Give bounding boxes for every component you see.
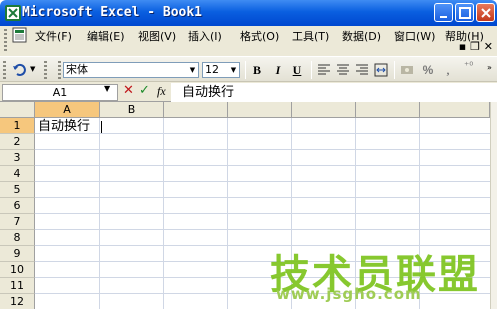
column-header-b[interactable]: B bbox=[100, 102, 164, 118]
formula-bar: A1 ▼ ✕ ✓ fx 自动换行 bbox=[0, 82, 497, 102]
menu-tools[interactable]: 工具(T) bbox=[292, 28, 329, 44]
row-header-12[interactable]: 12 bbox=[0, 294, 35, 309]
row-header-3[interactable]: 3 bbox=[0, 150, 35, 166]
align-left-icon[interactable] bbox=[317, 63, 331, 77]
underline-button[interactable]: U bbox=[290, 62, 304, 78]
row-header-11[interactable]: 11 bbox=[0, 278, 35, 294]
font-name-value: 宋体 bbox=[66, 63, 88, 76]
menu-format[interactable]: 格式(O) bbox=[240, 28, 279, 44]
font-size-select[interactable]: 12 ▼ bbox=[202, 62, 240, 78]
row-header-5[interactable]: 5 bbox=[0, 182, 35, 198]
toolbar-options-icon[interactable]: » bbox=[487, 63, 492, 72]
formula-input-value: 自动换行 bbox=[182, 85, 235, 100]
enter-entry-icon[interactable]: ✓ bbox=[139, 83, 150, 98]
workbook-doc-icon[interactable] bbox=[12, 27, 28, 43]
name-box-dropdown-icon[interactable]: ▼ bbox=[104, 84, 110, 93]
gridline bbox=[35, 133, 490, 134]
font-size-dropdown-icon[interactable]: ▼ bbox=[228, 63, 239, 77]
toolbar-grip[interactable] bbox=[3, 61, 6, 79]
merge-center-icon[interactable] bbox=[374, 63, 388, 77]
watermark-url: www.jsgho.com bbox=[276, 285, 422, 303]
minimize-icon bbox=[440, 16, 447, 18]
select-all-corner[interactable] bbox=[0, 102, 35, 118]
menu-data[interactable]: 数据(D) bbox=[342, 28, 381, 44]
column-header-a[interactable]: A bbox=[35, 102, 100, 118]
font-name-dropdown-icon[interactable]: ▼ bbox=[187, 63, 198, 77]
gridline bbox=[99, 118, 100, 309]
column-header-d[interactable] bbox=[228, 102, 292, 118]
close-button[interactable] bbox=[476, 3, 495, 22]
font-name-select[interactable]: 宋体 ▼ bbox=[63, 62, 199, 78]
close-icon bbox=[481, 8, 491, 18]
minimize-button[interactable] bbox=[434, 3, 453, 22]
window-title: Microsoft Excel - Book1 bbox=[22, 5, 203, 20]
menu-view[interactable]: 视图(V) bbox=[138, 28, 176, 44]
column-header-e[interactable] bbox=[292, 102, 356, 118]
menu-file[interactable]: 文件(F) bbox=[35, 28, 72, 44]
maximize-icon bbox=[459, 7, 471, 19]
gridline bbox=[35, 181, 490, 182]
document-window-controls[interactable]: ▪ ❐ ✕ bbox=[459, 40, 493, 53]
align-right-icon[interactable] bbox=[355, 63, 369, 77]
italic-button[interactable]: I bbox=[271, 62, 285, 78]
vertical-scrollbar[interactable] bbox=[490, 102, 497, 309]
toolbar-grip-2[interactable] bbox=[44, 61, 47, 79]
align-center-icon[interactable] bbox=[336, 63, 350, 77]
insert-function-button[interactable]: fx bbox=[157, 84, 166, 99]
column-header-g[interactable] bbox=[420, 102, 490, 118]
column-header-c[interactable] bbox=[164, 102, 228, 118]
row-header-1[interactable]: 1 bbox=[0, 118, 35, 134]
toolbar-separator-2 bbox=[311, 61, 312, 79]
column-header-f[interactable] bbox=[356, 102, 420, 118]
toolbar-separator bbox=[245, 61, 246, 79]
row-header-4[interactable]: 4 bbox=[0, 166, 35, 182]
gridline bbox=[35, 149, 490, 150]
undo-icon[interactable] bbox=[12, 63, 26, 77]
maximize-button[interactable] bbox=[455, 3, 474, 22]
font-size-value: 12 bbox=[205, 63, 219, 76]
comma-style-button[interactable]: , bbox=[443, 62, 453, 78]
percent-style-button[interactable]: % bbox=[421, 62, 435, 78]
row-header-10[interactable]: 10 bbox=[0, 262, 35, 278]
row-header-9[interactable]: 9 bbox=[0, 246, 35, 262]
cancel-entry-icon[interactable]: ✕ bbox=[123, 83, 134, 98]
row-header-8[interactable]: 8 bbox=[0, 230, 35, 246]
menu-grip[interactable] bbox=[4, 29, 7, 51]
gridline bbox=[35, 229, 490, 230]
title-bar[interactable]: Microsoft Excel - Book1 bbox=[0, 0, 497, 26]
gridline bbox=[35, 197, 490, 198]
gridline bbox=[35, 213, 490, 214]
row-header-6[interactable]: 6 bbox=[0, 198, 35, 214]
menu-edit[interactable]: 编辑(E) bbox=[87, 28, 125, 44]
name-box-value: A1 bbox=[52, 86, 68, 99]
undo-dropdown-icon[interactable]: ▼ bbox=[30, 65, 35, 73]
toolbar-grip-3[interactable] bbox=[58, 61, 61, 79]
menu-bar: 文件(F) 编辑(E) 视图(V) 插入(I) 格式(O) 工具(T) 数据(D… bbox=[0, 26, 497, 56]
cell-a1[interactable]: 自动换行 bbox=[38, 119, 90, 134]
row-header-2[interactable]: 2 bbox=[0, 134, 35, 150]
name-box[interactable]: A1 bbox=[2, 84, 118, 101]
bold-button[interactable]: B bbox=[250, 62, 264, 78]
toolbar-separator-3 bbox=[394, 61, 395, 79]
menu-insert[interactable]: 插入(I) bbox=[188, 28, 222, 44]
currency-style-icon[interactable] bbox=[400, 63, 414, 77]
row-header-7[interactable]: 7 bbox=[0, 214, 35, 230]
edit-caret bbox=[101, 121, 102, 133]
gridline bbox=[163, 118, 164, 309]
gridline bbox=[35, 165, 490, 166]
formatting-toolbar: ▼ 宋体 ▼ 12 ▼ B I U % , ⁺⁰ » bbox=[0, 56, 497, 82]
formula-input[interactable]: 自动换行 bbox=[171, 83, 497, 102]
excel-app-icon[interactable] bbox=[5, 5, 21, 21]
gridline bbox=[227, 118, 228, 309]
menu-window[interactable]: 窗口(W) bbox=[394, 28, 435, 44]
increase-decimal-icon[interactable]: ⁺⁰ bbox=[464, 61, 473, 72]
